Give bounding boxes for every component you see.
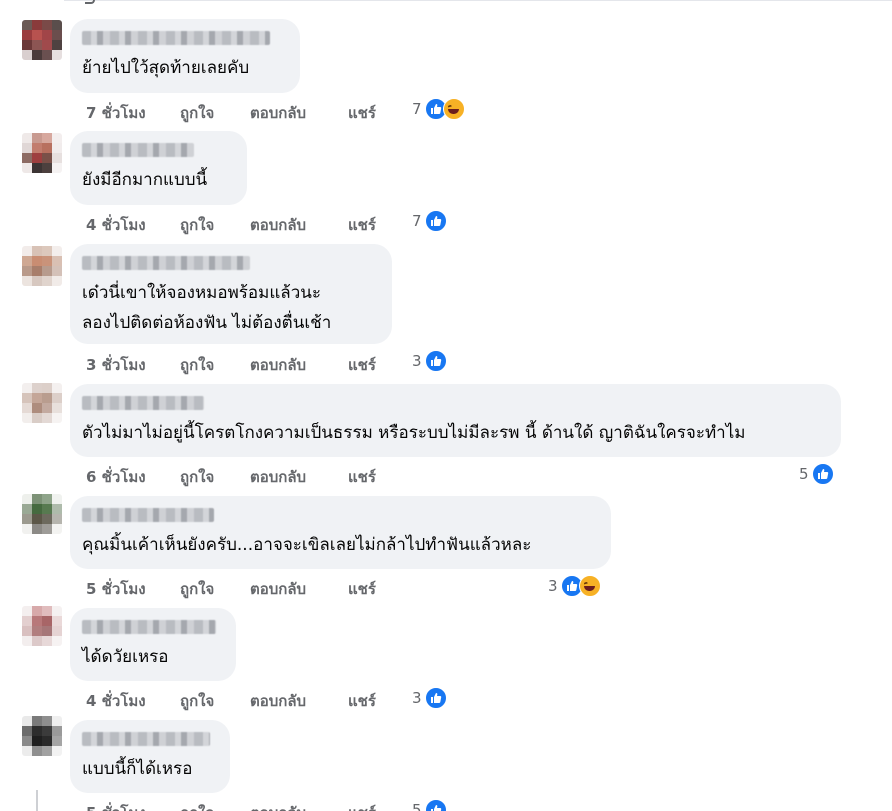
comment-text: เด๋วนี่เขาให้จองหมอพร้อมแล้วนะ (82, 283, 322, 303)
like-reaction-icon (424, 210, 447, 232)
reaction-count: 3 (412, 352, 422, 370)
commenter-name-blurred[interactable] (82, 508, 214, 522)
like-button[interactable]: ถูกใจ (180, 101, 250, 125)
comment-actions: 4 ชั่วโมง ถูกใจ ตอบกลับ แชร์ (86, 213, 408, 237)
comment-bubble: แบบนี้ก็ได้เหรอ (70, 720, 230, 793)
timestamp[interactable]: 5 ชั่วโมง (86, 577, 180, 601)
like-reaction-icon (424, 687, 447, 709)
reply-button[interactable]: ตอบกลับ (250, 801, 348, 811)
comment-text: แบบนี้ก็ได้เหรอ (82, 759, 193, 779)
share-button[interactable]: แชร์ (348, 689, 408, 713)
like-button[interactable]: ถูกใจ (180, 801, 250, 811)
comment-text: ย้ายไปใว้สุดท้ายเลยคับ (82, 58, 250, 78)
avatar[interactable] (22, 494, 62, 534)
commenter-name-blurred[interactable] (82, 31, 270, 45)
reaction-summary[interactable]: 7 (412, 98, 465, 120)
reaction-summary[interactable]: 3 (412, 350, 447, 372)
share-button[interactable]: แชร์ (348, 465, 408, 489)
avatar[interactable] (22, 20, 62, 60)
share-button[interactable]: แชร์ (348, 213, 408, 237)
reply-thread-line (36, 790, 38, 811)
commenter-name-blurred[interactable] (82, 143, 194, 157)
timestamp[interactable]: 3 ชั่วโมง (86, 353, 180, 377)
comment-actions: 7 ชั่วโมง ถูกใจ ตอบกลับ แชร์ (86, 101, 408, 125)
share-button[interactable]: แชร์ (348, 577, 408, 601)
reaction-summary[interactable]: 5 (412, 799, 447, 811)
avatar[interactable] (22, 606, 62, 646)
share-button[interactable]: แชร์ (348, 801, 408, 811)
like-button[interactable]: ถูกใจ (180, 689, 250, 713)
reaction-summary[interactable]: 3 (548, 575, 601, 597)
commenter-name-blurred[interactable] (82, 256, 250, 270)
comment-text: ได้ดวัยเหรอ (82, 647, 169, 667)
timestamp[interactable]: 7 ชั่วโมง (86, 101, 180, 125)
comment-actions: 6 ชั่วโมง ถูกใจ ตอบกลับ แชร์ (86, 465, 408, 489)
comment-actions: 5 ชั่วโมง ถูกใจ ตอบกลับ แชร์ (86, 801, 408, 811)
commenter-name-blurred[interactable] (82, 396, 204, 410)
like-button[interactable]: ถูกใจ (180, 465, 250, 489)
reaction-count: 7 (412, 100, 422, 118)
comment-bubble: ยังมีอีกมากแบบนี้ (70, 131, 247, 205)
reply-button[interactable]: ตอบกลับ (250, 465, 348, 489)
share-button[interactable]: แชร์ (348, 101, 408, 125)
reaction-summary[interactable]: 5 (799, 463, 834, 485)
like-button[interactable]: ถูกใจ (180, 353, 250, 377)
comment-bubble: ตัวไม่มาไม่อยู่นี้โครตโกงความเป็นธรรม หร… (70, 384, 841, 457)
like-reaction-icon (424, 350, 447, 372)
comment-text: ลองไปติดต่อห้องฟัน ไม่ต้องตื่นเช้า (82, 313, 332, 333)
comment-bubble: คุณมิ้นเค้าเห็นยังครับ...อาจจะเขิลเลยไม่… (70, 496, 611, 569)
timestamp[interactable]: 4 ชั่วโมง (86, 213, 180, 237)
comment-text: ยังมีอีกมากแบบนี้ (82, 170, 208, 190)
reply-button[interactable]: ตอบกลับ (250, 213, 348, 237)
like-reaction-icon (811, 463, 834, 485)
reply-button[interactable]: ตอบกลับ (250, 577, 348, 601)
reply-button[interactable]: ตอบกลับ (250, 101, 348, 125)
reaction-summary[interactable]: 3 (412, 687, 447, 709)
timestamp[interactable]: 6 ชั่วโมง (86, 465, 180, 489)
reaction-summary[interactable]: 7 (412, 210, 447, 232)
avatar[interactable] (22, 383, 62, 423)
comment-bubble: ย้ายไปใว้สุดท้ายเลยคับ (70, 19, 300, 93)
comment-actions: 4 ชั่วโมง ถูกใจ ตอบกลับ แชร์ (86, 689, 408, 713)
commenter-name-blurred[interactable] (82, 732, 210, 746)
reaction-count: 7 (412, 212, 422, 230)
avatar[interactable] (22, 246, 62, 286)
share-button[interactable]: แชร์ (348, 353, 408, 377)
haha-reaction-icon (578, 575, 601, 597)
reaction-count: 5 (412, 801, 422, 811)
avatar[interactable] (22, 133, 62, 173)
haha-reaction-icon (442, 98, 465, 120)
reply-button[interactable]: ตอบกลับ (250, 353, 348, 377)
timestamp[interactable]: 5 ชั่วโมง (86, 801, 180, 811)
comment-thread: ย้ายไปใว้สุดท้ายเลยคับ 7 ชั่วโมง ถูกใจ ต… (0, 0, 892, 811)
comment-text: คุณมิ้นเค้าเห็นยังครับ...อาจจะเขิลเลยไม่… (82, 535, 532, 555)
comment-bubble: ได้ดวัยเหรอ (70, 608, 236, 681)
commenter-name-blurred[interactable] (82, 620, 216, 634)
like-button[interactable]: ถูกใจ (180, 577, 250, 601)
reply-button[interactable]: ตอบกลับ (250, 689, 348, 713)
comment-text: ตัวไม่มาไม่อยู่นี้โครตโกงความเป็นธรรม หร… (82, 423, 746, 443)
comment-bubble: เด๋วนี่เขาให้จองหมอพร้อมแล้วนะ ลองไปติดต… (70, 244, 392, 344)
previous-comment-fragment (85, 0, 95, 4)
reaction-count: 3 (548, 577, 558, 595)
reaction-count: 5 (799, 465, 809, 483)
reaction-count: 3 (412, 689, 422, 707)
avatar[interactable] (22, 716, 62, 756)
divider (64, 0, 892, 1)
comment-actions: 5 ชั่วโมง ถูกใจ ตอบกลับ แชร์ (86, 577, 408, 601)
like-reaction-icon (424, 799, 447, 811)
comment-actions: 3 ชั่วโมง ถูกใจ ตอบกลับ แชร์ (86, 353, 408, 377)
like-button[interactable]: ถูกใจ (180, 213, 250, 237)
timestamp[interactable]: 4 ชั่วโมง (86, 689, 180, 713)
